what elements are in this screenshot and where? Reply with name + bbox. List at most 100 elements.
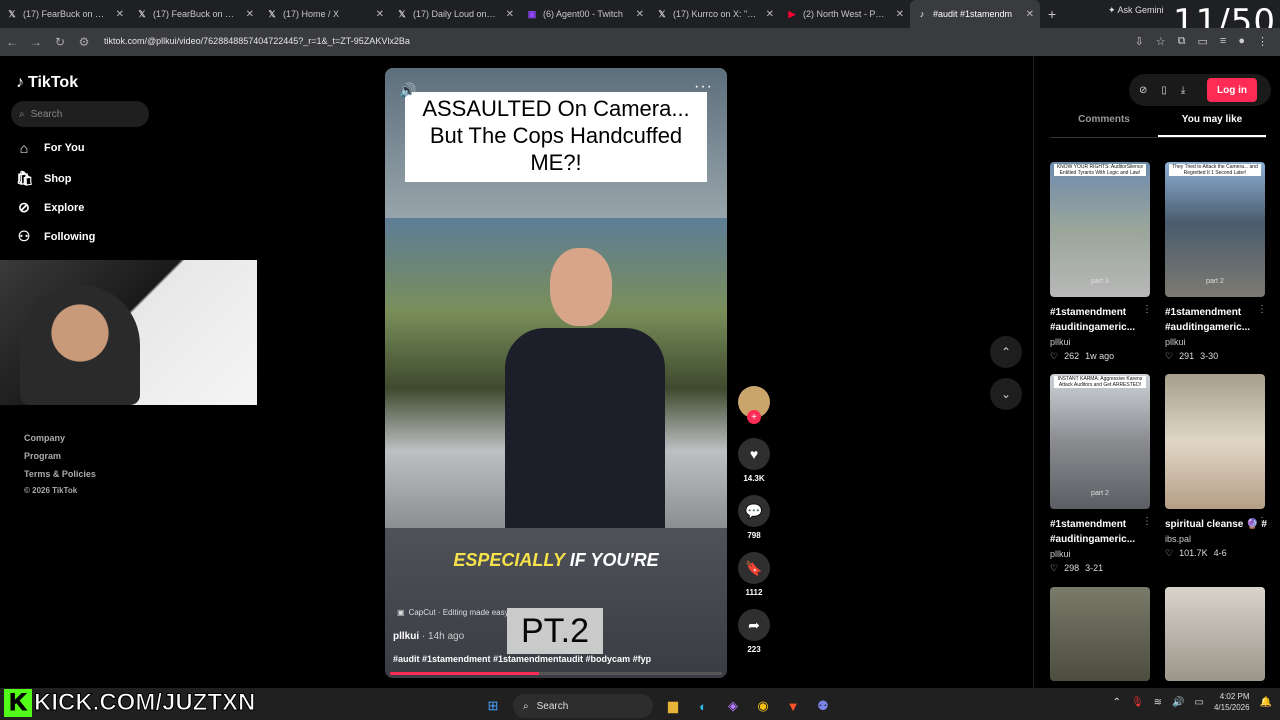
save-action[interactable]: 🔖 1112 <box>736 552 772 597</box>
card-user[interactable]: ibs.pal <box>1165 534 1267 544</box>
like-action[interactable]: ♥ 14.3K <box>736 438 772 483</box>
recommended-video-card[interactable]: KNOW YOUR RIGHTS: AuditorSilence Entitle… <box>1050 162 1152 362</box>
close-icon[interactable]: ✕ <box>246 9 254 20</box>
author-name[interactable]: pllkui <box>393 631 419 642</box>
file-explorer-icon[interactable]: ▆ <box>663 696 683 716</box>
share-action[interactable]: ➦ 223 <box>736 609 772 654</box>
notification-icon[interactable]: 🔔 <box>1260 697 1272 708</box>
teams-icon[interactable]: ⚉ <box>813 696 833 716</box>
download-icon[interactable]: ⤓ <box>1181 85 1185 96</box>
copilot-icon[interactable]: ◈ <box>723 696 743 716</box>
card-user[interactable]: pllkui <box>1165 337 1267 347</box>
edge-icon[interactable]: ◐ <box>693 696 713 716</box>
profile-avatar[interactable]: ● <box>1238 35 1245 48</box>
reload-icon[interactable]: ↻ <box>48 35 72 49</box>
install-icon[interactable]: ⇩ <box>1135 35 1144 48</box>
video-thumbnail[interactable] <box>1165 374 1265 509</box>
back-icon[interactable]: ← <box>0 35 24 49</box>
compass-icon[interactable]: ⊘ <box>1139 85 1147 96</box>
recommended-video-card[interactable] <box>1050 587 1152 681</box>
sidebar-item-for-you[interactable]: ⌂ For You <box>16 140 85 156</box>
close-icon[interactable]: ✕ <box>376 9 384 20</box>
footer-link-terms[interactable]: Terms & Policies <box>24 469 96 479</box>
previous-video-button[interactable]: ⌃ <box>990 336 1022 368</box>
recommended-video-card[interactable]: They Tried to Attack the Camera... and R… <box>1165 162 1267 362</box>
extensions-icon[interactable]: ⧉ <box>1178 35 1186 48</box>
share-icon[interactable]: ➦ <box>738 609 770 641</box>
site-info-icon[interactable]: ⚙ <box>72 35 96 49</box>
taskbar-clock[interactable]: 4:02 PM 4/15/2026 <box>1214 691 1250 713</box>
close-icon[interactable]: ✕ <box>766 9 774 20</box>
recommended-video-card[interactable]: INSTANT KARMA: Aggressive Karens Attack … <box>1050 374 1152 574</box>
ask-gemini-button[interactable]: ✦ Ask Gemini <box>1108 5 1164 16</box>
sidebar-item-shop[interactable]: 🛍 Shop <box>16 170 72 187</box>
windows-start-icon[interactable]: ⊞ <box>483 696 503 716</box>
tab-comments[interactable]: Comments <box>1050 114 1158 137</box>
browser-tab[interactable]: 𝕏 (17) FearBuck on X: "Sa ✕ <box>0 0 130 28</box>
video-thumbnail[interactable]: INSTANT KARMA: Aggressive Karens Attack … <box>1050 374 1150 509</box>
microphone-icon[interactable]: 🎙 <box>1131 697 1144 708</box>
chevron-up-icon[interactable]: ⌃ <box>1113 697 1121 708</box>
video-progress-bar[interactable] <box>390 672 722 675</box>
chrome-icon[interactable]: ◉ <box>753 696 773 716</box>
browser-tab-active[interactable]: ♪ #audit #1stamendm ✕ <box>910 0 1040 28</box>
card-more-icon[interactable]: ⋮ <box>1257 516 1267 527</box>
close-icon[interactable]: ✕ <box>636 9 644 20</box>
tab-you-may-like[interactable]: You may like <box>1158 114 1266 137</box>
brave-icon[interactable]: ▼ <box>783 696 803 716</box>
bookmark-star-icon[interactable]: ☆ <box>1156 35 1166 48</box>
menu-icon[interactable]: ≡ <box>1220 35 1226 48</box>
browser-tab[interactable]: ▣ (6) Agent00 - Twitch ✕ <box>520 0 650 28</box>
capcut-badge[interactable]: ▣ CapCut · Editing made easy <box>397 608 509 617</box>
more-options-icon[interactable]: ··· <box>694 78 713 96</box>
browser-tab[interactable]: 𝕏 (17) Kurrco on X: "LYRI ✕ <box>650 0 780 28</box>
close-icon[interactable]: ✕ <box>1026 9 1034 20</box>
creator-avatar[interactable]: + <box>738 386 770 424</box>
card-user[interactable]: pllkui <box>1050 337 1152 347</box>
video-thumbnail[interactable]: They Tried to Attack the Camera... and R… <box>1165 162 1265 297</box>
volume-icon[interactable]: 🔊 <box>399 82 416 99</box>
close-icon[interactable]: ✕ <box>896 9 904 20</box>
card-more-icon[interactable]: ⋮ <box>1257 304 1267 315</box>
browser-tab[interactable]: ▶ (2) North West - PIERC ✕ <box>780 0 910 28</box>
video-thumbnail[interactable] <box>1165 587 1265 681</box>
browser-tab[interactable]: 𝕏 (17) Daily Loud on X: "A ✕ <box>390 0 520 28</box>
forward-icon[interactable]: → <box>24 35 48 49</box>
video-player[interactable]: ASSAULTED On Camera... But The Cops Hand… <box>385 68 727 678</box>
tiktok-logo[interactable]: ♪ TikTok <box>16 74 78 92</box>
sidebar-item-explore[interactable]: ⊘ Explore <box>16 199 84 216</box>
video-thumbnail[interactable] <box>1050 587 1150 681</box>
next-video-button[interactable]: ⌄ <box>990 378 1022 410</box>
recommended-video-card[interactable]: ⋮ spiritual cleanse 🔮 #ib... ibs.pal ♡ 10… <box>1165 374 1267 559</box>
footer-link-program[interactable]: Program <box>24 451 61 461</box>
heart-icon[interactable]: ♥ <box>738 438 770 470</box>
bookmark-icon[interactable]: 🔖 <box>738 552 770 584</box>
card-more-icon[interactable]: ⋮ <box>1142 516 1152 527</box>
recommended-video-card[interactable] <box>1165 587 1267 681</box>
close-icon[interactable]: ✕ <box>506 9 514 20</box>
taskbar-search[interactable]: ⌕ Search <box>513 694 653 718</box>
battery-icon[interactable]: ▭ <box>1195 697 1204 708</box>
wifi-icon[interactable]: ≋ <box>1154 697 1162 708</box>
card-user[interactable]: pllkui <box>1050 549 1152 559</box>
footer-link-company[interactable]: Company <box>24 433 65 443</box>
browser-tab[interactable]: 𝕏 (17) FearBuck on X: "Th ✕ <box>130 0 260 28</box>
sidebar-item-following[interactable]: ⚇ Following <box>16 228 96 245</box>
card-more-icon[interactable]: ⋮ <box>1142 304 1152 315</box>
video-thumbnail[interactable]: KNOW YOUR RIGHTS: AuditorSilence Entitle… <box>1050 162 1150 297</box>
split-view-icon[interactable]: ▭ <box>1198 35 1208 48</box>
url-field[interactable]: tiktok.com/@pllkui/video/762884885740472… <box>104 36 410 46</box>
login-button[interactable]: Log in <box>1207 78 1257 102</box>
comment-action[interactable]: 💬 798 <box>736 495 772 540</box>
search-input[interactable]: ⌕ Search <box>11 101 149 127</box>
more-icon[interactable]: ⋮ <box>1257 35 1268 48</box>
video-hashtags[interactable]: #audit #1stamendment #1stamendmentaudit … <box>393 654 651 664</box>
video-author[interactable]: pllkui · 14h ago <box>393 631 464 642</box>
browser-tab[interactable]: 𝕏 (17) Home / X ✕ <box>260 0 390 28</box>
comment-icon[interactable]: 💬 <box>738 495 770 527</box>
close-icon[interactable]: ✕ <box>116 9 124 20</box>
follow-plus-icon[interactable]: + <box>747 410 761 424</box>
new-tab-button[interactable]: + <box>1040 6 1064 22</box>
volume-icon[interactable]: 🔊 <box>1172 697 1184 708</box>
phone-icon[interactable]: ▯ <box>1161 85 1167 96</box>
